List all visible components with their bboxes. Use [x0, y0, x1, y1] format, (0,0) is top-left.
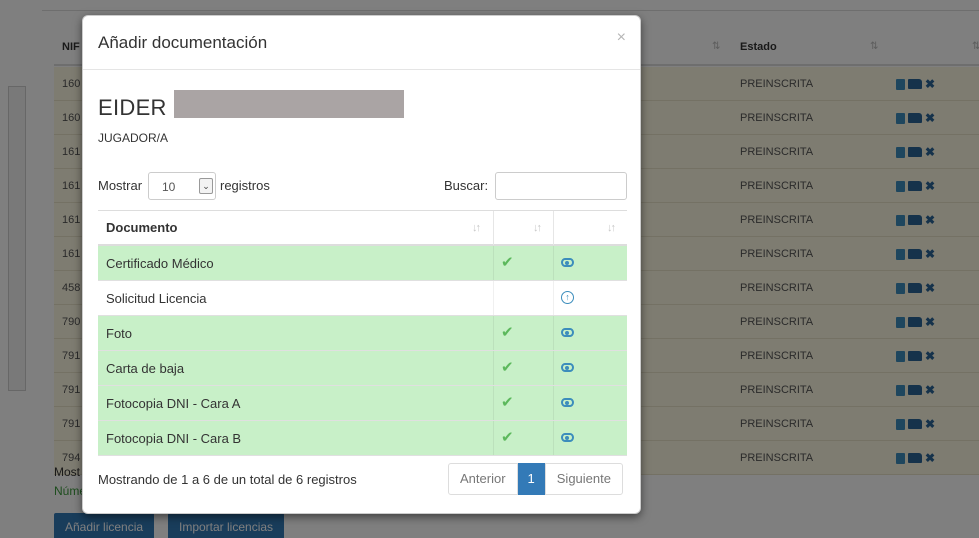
document-name: Solicitud Licencia [106, 291, 207, 306]
player-role: JUGADOR/A [98, 131, 169, 145]
player-name: EIDER [98, 95, 167, 120]
sort-icon[interactable]: ↓↑ [607, 211, 616, 245]
document-name: Carta de baja [106, 361, 185, 376]
table-row: Foto ✔ [98, 316, 627, 351]
table-row: Fotocopia DNI - Cara B ✔ [98, 421, 627, 456]
column-divider [493, 386, 494, 420]
column-divider [493, 246, 494, 280]
modal-header: Añadir documentación × [83, 16, 640, 70]
eye-icon[interactable] [561, 433, 574, 442]
upload-icon[interactable]: ↑ [561, 291, 574, 304]
table-row: Carta de baja ✔ [98, 351, 627, 386]
page-length-select[interactable]: 10 ⌄ [148, 172, 216, 200]
search-input[interactable] [495, 172, 627, 200]
check-icon: ✔ [501, 394, 514, 411]
column-divider [493, 281, 494, 315]
table-row: Certificado Médico ✔ [98, 246, 627, 281]
eye-icon[interactable] [561, 328, 574, 337]
add-documentation-modal: Añadir documentación × EIDER JUGADOR/A M… [82, 15, 641, 514]
length-suffix: registros [220, 178, 270, 193]
documents-table: Documento ↓↑ ↓↑ ↓↑ Certificado Médico ✔ So… [98, 210, 627, 456]
column-divider [493, 421, 494, 455]
next-page-button[interactable]: Siguiente [544, 463, 623, 495]
sort-icon[interactable]: ↓↑ [472, 211, 481, 245]
document-name: Fotocopia DNI - Cara B [106, 431, 242, 446]
length-label: Mostrar [98, 178, 143, 193]
table-info: Mostrando de 1 a 6 de un total de 6 regi… [98, 472, 357, 487]
pagination: Anterior 1 Siguiente [448, 463, 623, 495]
column-divider [493, 316, 494, 350]
documents-table-body: Certificado Médico ✔ Solicitud Licencia ↑ Fo… [98, 246, 627, 456]
column-documento[interactable]: Documento [106, 211, 178, 245]
page-1-button[interactable]: 1 [517, 463, 545, 495]
column-divider [553, 421, 554, 455]
column-divider [493, 211, 494, 245]
search-label: Buscar: [444, 178, 489, 193]
check-icon: ✔ [501, 359, 514, 376]
sort-icon[interactable]: ↓↑ [533, 211, 542, 245]
eye-icon[interactable] [561, 363, 574, 372]
eye-icon[interactable] [561, 258, 574, 267]
column-divider [553, 316, 554, 350]
column-divider [553, 211, 554, 245]
document-name: Fotocopia DNI - Cara A [106, 396, 241, 411]
column-divider [553, 281, 554, 315]
redacted-surname [174, 90, 404, 118]
check-icon: ✔ [501, 254, 514, 271]
table-row: Fotocopia DNI - Cara A ✔ [98, 386, 627, 421]
previous-page-button[interactable]: Anterior [448, 463, 518, 495]
column-divider [553, 386, 554, 420]
page-length-value: 10 [162, 180, 176, 194]
document-name: Foto [106, 326, 133, 341]
column-divider [493, 351, 494, 385]
documents-table-header: Documento ↓↑ ↓↑ ↓↑ [98, 210, 627, 246]
modal-title: Añadir documentación [98, 33, 268, 52]
document-name: Certificado Médico [106, 256, 214, 271]
column-divider [553, 351, 554, 385]
close-icon[interactable]: × [617, 29, 626, 47]
check-icon: ✔ [501, 429, 514, 446]
chevron-down-icon: ⌄ [199, 178, 213, 194]
table-row: Solicitud Licencia ↑ [98, 281, 627, 316]
column-divider [553, 246, 554, 280]
eye-icon[interactable] [561, 398, 574, 407]
check-icon: ✔ [501, 324, 514, 341]
